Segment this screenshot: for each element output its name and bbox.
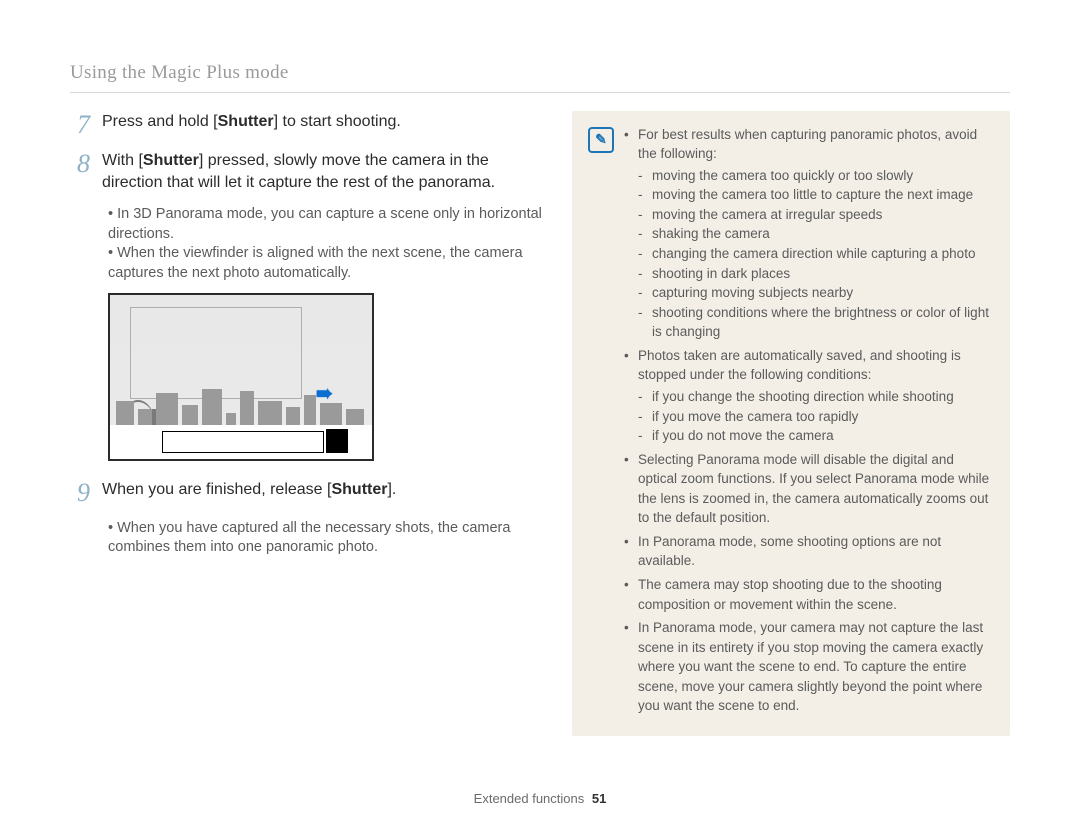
note-callout: ✎ For best results when capturing panora… bbox=[572, 111, 1010, 736]
stopped-list: if you change the shooting direction whi… bbox=[638, 387, 994, 446]
step-number: 9 bbox=[70, 479, 90, 506]
note-item: The camera may stop shooting due to the … bbox=[624, 575, 994, 614]
step-text-bold: Shutter bbox=[218, 113, 274, 130]
step-text-before: Press and hold [ bbox=[102, 113, 218, 130]
dash-item: moving the camera too quickly or too slo… bbox=[638, 166, 994, 186]
note-list: For best results when capturing panorami… bbox=[624, 125, 994, 720]
captured-strip-indicator bbox=[160, 429, 326, 455]
note-item: In Panorama mode, your camera may not ca… bbox=[624, 618, 994, 716]
step-text-bold: Shutter bbox=[143, 152, 199, 169]
dash-item: if you change the shooting direction whi… bbox=[638, 387, 994, 407]
bullet-item: When the viewfinder is aligned with the … bbox=[108, 244, 550, 283]
step-7: 7 Press and hold [Shutter] to start shoo… bbox=[70, 111, 550, 138]
dash-item: moving the camera too little to capture … bbox=[638, 185, 994, 205]
footer-label: Extended functions bbox=[474, 791, 585, 806]
page-number: 51 bbox=[592, 791, 606, 806]
panorama-illustration: ➠ bbox=[108, 293, 374, 461]
step-text-bold: Shutter bbox=[331, 481, 387, 498]
divider bbox=[70, 92, 1010, 93]
dash-item: if you move the camera too rapidly bbox=[638, 407, 994, 427]
note-item: In Panorama mode, some shooting options … bbox=[624, 532, 994, 571]
step-text: With [Shutter] pressed, slowly move the … bbox=[102, 150, 550, 193]
note-item: For best results when capturing panorami… bbox=[624, 125, 994, 342]
step-text: When you are finished, release [Shutter]… bbox=[102, 479, 396, 506]
pan-arrow-icon: ➠ bbox=[316, 381, 333, 408]
step-8: 8 With [Shutter] pressed, slowly move th… bbox=[70, 150, 550, 193]
left-column: 7 Press and hold [Shutter] to start shoo… bbox=[70, 111, 550, 736]
step-text-after: ] to start shooting. bbox=[274, 113, 401, 130]
dash-item: shooting conditions where the brightness… bbox=[638, 303, 994, 342]
manual-page: Using the Magic Plus mode 7 Press and ho… bbox=[0, 0, 1080, 815]
step-9: 9 When you are finished, release [Shutte… bbox=[70, 479, 550, 506]
step-8-bullets: In 3D Panorama mode, you can capture a s… bbox=[108, 205, 550, 283]
step-text-before: When you are finished, release [ bbox=[102, 481, 331, 498]
bullet-item: In 3D Panorama mode, you can capture a s… bbox=[108, 205, 550, 244]
note-icon: ✎ bbox=[588, 127, 614, 153]
dash-item: changing the camera direction while capt… bbox=[638, 244, 994, 264]
step-number: 7 bbox=[70, 111, 90, 138]
dash-item: shaking the camera bbox=[638, 224, 994, 244]
step-text-after: ]. bbox=[387, 481, 396, 498]
step-text-before: With [ bbox=[102, 152, 143, 169]
dash-item: if you do not move the camera bbox=[638, 426, 994, 446]
step-number: 8 bbox=[70, 150, 90, 193]
note-intro: For best results when capturing panorami… bbox=[638, 127, 977, 162]
note-item: Selecting Panorama mode will disable the… bbox=[624, 450, 994, 528]
avoid-list: moving the camera too quickly or too slo… bbox=[638, 166, 994, 342]
step-text: Press and hold [Shutter] to start shooti… bbox=[102, 111, 401, 138]
bullet-item: When you have captured all the necessary… bbox=[108, 519, 550, 558]
note-intro: Photos taken are automatically saved, an… bbox=[638, 348, 961, 383]
step-9-bullets: When you have captured all the necessary… bbox=[108, 519, 550, 558]
section-heading: Using the Magic Plus mode bbox=[70, 60, 1010, 86]
content-columns: 7 Press and hold [Shutter] to start shoo… bbox=[70, 111, 1010, 736]
note-item: Photos taken are automatically saved, an… bbox=[624, 346, 994, 446]
right-column: ✎ For best results when capturing panora… bbox=[572, 111, 1010, 736]
dash-item: moving the camera at irregular speeds bbox=[638, 205, 994, 225]
page-footer: Extended functions 51 bbox=[0, 790, 1080, 808]
dash-item: shooting in dark places bbox=[638, 264, 994, 284]
dash-item: capturing moving subjects nearby bbox=[638, 283, 994, 303]
